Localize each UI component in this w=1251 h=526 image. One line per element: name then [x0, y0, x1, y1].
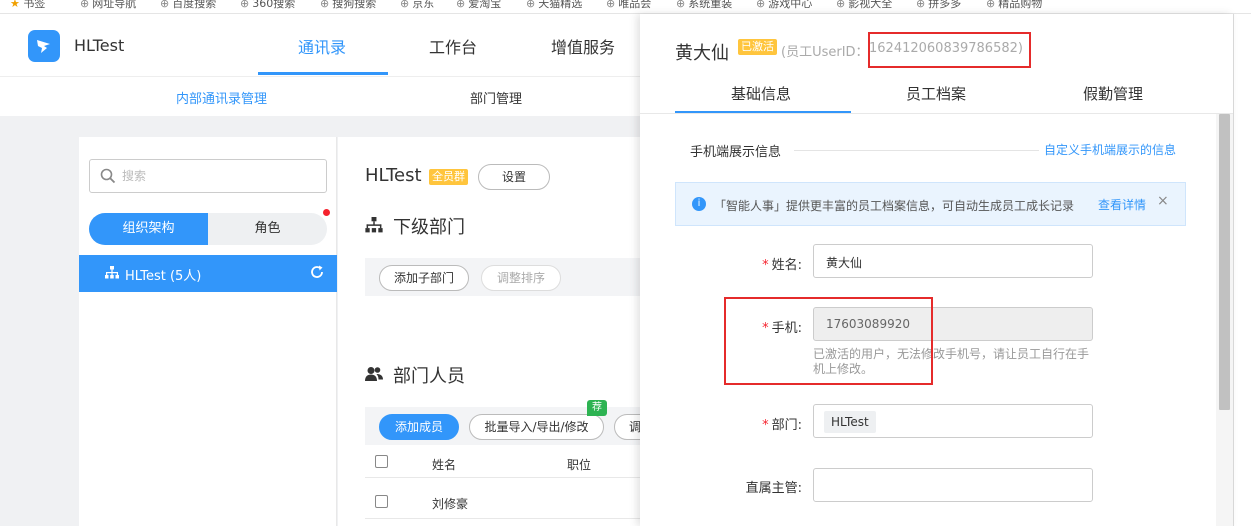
globe-icon: ⊕ [756, 0, 766, 10]
app-logo[interactable] [28, 30, 60, 62]
star-icon: ★ [10, 0, 20, 10]
search-box [89, 159, 327, 193]
view-switch: 组织架构 角色 [89, 213, 327, 245]
subtab-internal-contacts[interactable]: 内部通讯录管理 [176, 88, 267, 107]
smart-hr-info-banner: i 「智能人事」提供更丰富的员工档案信息，可自动生成员工成长记录 查看详情 × [675, 182, 1186, 226]
table-row[interactable]: 刘修豪 [365, 485, 658, 519]
all-members-tag: 全员群 [429, 169, 468, 185]
row-checkbox[interactable] [375, 495, 388, 508]
tab-workbench[interactable]: 工作台 [429, 34, 477, 58]
tree-item-label: HLTest (5人) [125, 269, 202, 284]
column-header-title: 职位 [567, 458, 592, 472]
org-tree-icon [365, 217, 383, 233]
section-divider [794, 150, 1039, 151]
bookmark-item[interactable]: ⊕ 京东 [400, 0, 434, 11]
settings-button[interactable]: 设置 [478, 164, 550, 190]
userid-label: (员工UserID： [781, 45, 869, 60]
search-input[interactable] [122, 165, 312, 187]
section-title-mobile-display: 手机端展示信息 [690, 145, 782, 160]
name-label: * 姓名: [762, 258, 802, 273]
active-tab-indicator [258, 72, 388, 75]
bookmark-item[interactable]: ⊕ 系统重装 [676, 0, 732, 11]
refresh-icon[interactable] [309, 264, 325, 280]
subtab-department-management[interactable]: 部门管理 [470, 88, 522, 107]
name-field[interactable]: 黄大仙 [813, 244, 1093, 278]
add-member-button[interactable]: 添加成员 [379, 414, 459, 440]
bookmark-item[interactable]: ⊕ 拼多多 [916, 0, 961, 11]
tab-attendance[interactable]: 假勤管理 [1083, 83, 1143, 104]
users-icon [365, 367, 383, 381]
info-text: 「智能人事」提供更丰富的员工档案信息，可自动生成员工成长记录 [714, 199, 1075, 213]
notification-dot [323, 209, 330, 216]
bookmark-item[interactable]: ⊕ 百度搜索 [160, 0, 216, 11]
page-edge [1233, 14, 1251, 526]
customize-mobile-display-link[interactable]: 自定义手机端展示的信息 [1044, 141, 1176, 158]
org-title: HLTest [365, 165, 422, 186]
department-label: * 部门: [762, 418, 802, 433]
batch-import-export-button[interactable]: 批量导入/导出/修改 [469, 414, 604, 440]
status-badge: 已激活 [738, 39, 777, 55]
globe-icon: ⊕ [320, 0, 330, 10]
segment-roles[interactable]: 角色 [208, 213, 327, 245]
members-table-header: 姓名 职位 [365, 448, 658, 478]
brand-name: HLTest [74, 36, 125, 55]
member-name: 刘修豪 [432, 497, 469, 511]
globe-icon: ⊕ [456, 0, 466, 10]
view-details-link[interactable]: 查看详情 [1098, 196, 1146, 213]
bookmark-item[interactable]: ⊕ 天猫精选 [526, 0, 582, 11]
globe-icon: ⊕ [526, 0, 536, 10]
globe-icon: ⊕ [986, 0, 996, 10]
employee-detail-drawer: 黄大仙 已激活 (员工UserID： 162412060839786582) 基… [640, 14, 1233, 526]
tab-employee-records[interactable]: 员工档案 [906, 83, 966, 104]
column-header-name: 姓名 [432, 458, 457, 472]
active-tab-indicator [675, 111, 851, 113]
bookmark-item[interactable]: ⊕ 爱淘宝 [456, 0, 501, 11]
tree-item-root[interactable]: HLTest (5人) [79, 255, 337, 292]
org-tree-icon [105, 266, 119, 279]
segment-org-structure[interactable]: 组织架构 [89, 213, 208, 245]
scrollbar-thumb[interactable] [1219, 114, 1230, 410]
dingtalk-icon [37, 40, 50, 53]
bookmarks-bar: ★ 书签 ⊕ 网址导航 ⊕ 百度搜索 ⊕ 360搜索 ⊕ 搜狗搜索 ⊕ 京东 ⊕ 爱淘宝 ⊕… [0, 0, 1251, 14]
highlight-box-userid [868, 32, 1031, 68]
highlight-box-phone [724, 297, 933, 385]
employee-name: 黄大仙 [675, 43, 729, 64]
bookmark-item[interactable]: ⊕ 精品购物 [986, 0, 1042, 11]
tab-basic-info[interactable]: 基础信息 [731, 83, 791, 104]
bookmark-item[interactable]: ⊕ 360搜索 [240, 0, 295, 11]
tab-contacts[interactable]: 通讯录 [298, 34, 346, 58]
bookmark-item[interactable]: ⊕ 搜狗搜索 [320, 0, 376, 11]
manager-field[interactable] [813, 468, 1093, 502]
reorder-button[interactable]: 调整排序 [481, 265, 561, 291]
manager-label: 直属主管: [745, 481, 802, 496]
search-icon [100, 168, 116, 184]
recommend-badge: 荐 [587, 400, 607, 416]
info-icon: i [692, 197, 706, 211]
globe-icon: ⊕ [916, 0, 926, 10]
org-sidebar: 组织架构 角色 HLTest (5人) [79, 137, 337, 526]
bookmark-item[interactable]: ⊕ 网址导航 [80, 0, 136, 11]
globe-icon: ⊕ [160, 0, 170, 10]
bookmark-item[interactable]: ⊕ 影视大全 [836, 0, 892, 11]
bookmark-item[interactable]: ⊕ 唯品会 [606, 0, 651, 11]
bookmark-item[interactable]: ⊕ 游戏中心 [756, 0, 812, 11]
globe-icon: ⊕ [80, 0, 90, 10]
department-chip: HLTest [824, 411, 876, 433]
department-field[interactable]: HLTest [813, 404, 1093, 438]
globe-icon: ⊕ [676, 0, 686, 10]
department-panel: HLTest 全员群 设置 下级部门 添加子部门 调整排序 部门人员 添加成员 … [338, 137, 658, 526]
globe-icon: ⊕ [240, 0, 250, 10]
close-icon[interactable]: × [1157, 193, 1169, 209]
globe-icon: ⊕ [400, 0, 410, 10]
bookmark-item[interactable]: ★ 书签 [10, 0, 45, 11]
tab-value-added-services[interactable]: 增值服务 [551, 34, 615, 58]
add-subdepartment-button[interactable]: 添加子部门 [379, 265, 469, 291]
select-all-checkbox[interactable] [375, 455, 388, 468]
globe-icon: ⊕ [836, 0, 846, 10]
globe-icon: ⊕ [606, 0, 616, 10]
tab-divider [640, 113, 1233, 114]
